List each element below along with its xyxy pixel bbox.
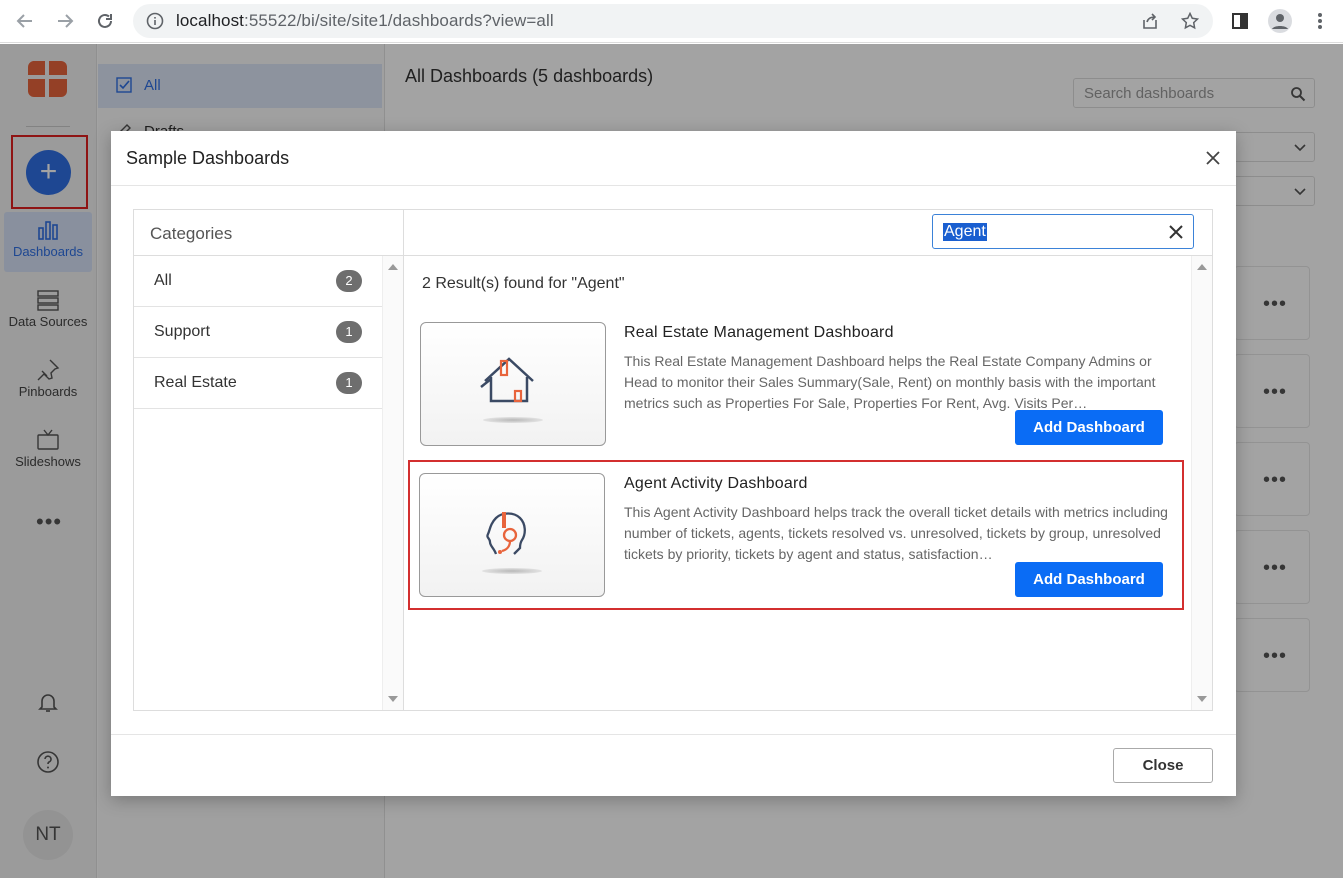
scroll-up-icon[interactable] — [1197, 264, 1207, 270]
profile-icon[interactable] — [1267, 8, 1293, 34]
categories-panel: Categories All 2 Support 1 Real Estate 1 — [134, 210, 404, 710]
category-item-support[interactable]: Support 1 — [134, 307, 382, 358]
category-count-badge: 1 — [336, 321, 362, 343]
result-description: This Real Estate Management Dashboard he… — [624, 353, 1156, 411]
category-label: Support — [154, 323, 211, 340]
browser-menu-icon[interactable] — [1307, 8, 1333, 34]
categories-title: Categories — [134, 210, 403, 256]
site-info-icon[interactable] — [145, 11, 165, 31]
sample-search-input[interactable]: Agent — [932, 214, 1194, 249]
side-panel-icon[interactable] — [1227, 8, 1253, 34]
close-button[interactable]: Close — [1113, 748, 1213, 783]
result-title: Agent Activity Dashboard — [624, 475, 808, 492]
dialog-footer: Close — [111, 734, 1236, 796]
reload-button[interactable] — [92, 8, 118, 34]
agent-headset-icon — [486, 512, 526, 555]
dialog-body: Categories All 2 Support 1 Real Estate 1 — [133, 209, 1213, 711]
result-title: Real Estate Management Dashboard — [624, 324, 894, 341]
scroll-up-icon[interactable] — [388, 264, 398, 270]
sample-search-value: Agent — [943, 223, 987, 241]
sample-dashboards-dialog: Sample Dashboards Categories All 2 Suppo… — [111, 131, 1236, 796]
result-description: This Agent Activity Dashboard helps trac… — [624, 504, 1168, 562]
dialog-title: Sample Dashboards — [126, 148, 290, 168]
category-item-all[interactable]: All 2 — [134, 256, 382, 307]
category-count-badge: 2 — [336, 270, 362, 292]
category-label: Real Estate — [154, 374, 237, 391]
back-button[interactable] — [12, 8, 38, 34]
results-scrollbar[interactable] — [1191, 256, 1212, 710]
address-bar[interactable]: localhost:55522/bi/site/site1/dashboards… — [133, 4, 1213, 38]
forward-button[interactable] — [52, 8, 78, 34]
house-icon — [480, 357, 534, 403]
clear-search-icon[interactable] — [1168, 224, 1184, 240]
scroll-down-icon[interactable] — [388, 696, 398, 702]
categories-scrollbar[interactable] — [382, 256, 403, 710]
results-toolbar: Agent — [404, 210, 1212, 256]
result-thumbnail — [419, 473, 605, 597]
add-dashboard-button[interactable]: Add Dashboard — [1015, 562, 1163, 597]
category-item-real-estate[interactable]: Real Estate 1 — [134, 358, 382, 409]
add-dashboard-button[interactable]: Add Dashboard — [1015, 410, 1163, 445]
forward-arrow-icon — [58, 14, 74, 28]
share-icon[interactable] — [1140, 11, 1160, 31]
reload-icon — [98, 13, 112, 28]
category-label: All — [154, 272, 172, 289]
results-count: 2 Result(s) found for "Agent" — [422, 275, 625, 292]
close-icon[interactable] — [1203, 148, 1223, 168]
dialog-header: Sample Dashboards — [111, 131, 1236, 186]
scroll-down-icon[interactable] — [1197, 696, 1207, 702]
result-card-real-estate: Real Estate Management Dashboard This Re… — [420, 322, 1178, 446]
result-card-agent-activity: Agent Activity Dashboard This Agent Acti… — [408, 460, 1184, 610]
browser-toolbar: localhost:55522/bi/site/site1/dashboards… — [0, 0, 1343, 43]
bookmark-star-icon[interactable] — [1180, 11, 1200, 31]
thumbnail-shadow — [482, 568, 542, 574]
url-text: localhost:55522/bi/site/site1/dashboards… — [176, 11, 554, 30]
results-panel: Agent 2 Result(s) found for "Agent" Real… — [404, 210, 1212, 710]
result-thumbnail — [420, 322, 606, 446]
category-count-badge: 1 — [336, 372, 362, 394]
back-arrow-icon — [16, 14, 32, 28]
thumbnail-shadow — [483, 417, 543, 423]
